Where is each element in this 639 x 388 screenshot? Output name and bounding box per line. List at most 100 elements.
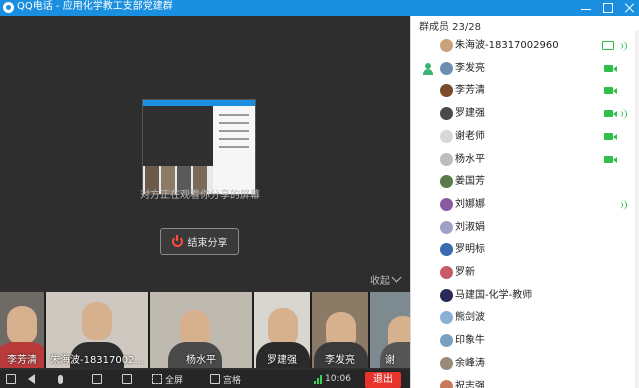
video-name: 杨水平 (186, 355, 216, 366)
screen-share-preview (142, 99, 256, 195)
member-item[interactable]: 姜国芳 (411, 171, 639, 193)
layout-label: 宫格 (223, 375, 242, 386)
fullscreen-label: 全屏 (165, 375, 184, 386)
sharing-status-text: 对方正在观看你分享的屏幕 (140, 190, 260, 201)
video-tile[interactable]: 李芳清 (0, 292, 44, 368)
layout-button[interactable]: 宫格 (210, 373, 242, 386)
signal-icon (314, 374, 322, 384)
video-name: 李发亮 (325, 355, 355, 366)
member-count-header: 群成员 23/28 (419, 22, 481, 33)
member-item[interactable]: 罗新 (411, 262, 639, 284)
avatar (440, 334, 453, 348)
end-share-button[interactable]: 结束分享 (160, 228, 239, 255)
share-screen-icon (92, 374, 102, 384)
speaking-icon (618, 199, 627, 210)
maximize-icon[interactable] (603, 3, 613, 13)
camera-icon (604, 132, 617, 140)
collapse-label: 收起 (370, 276, 390, 287)
avatar (440, 39, 453, 52)
member-panel: 群成员 23/28 朱海波-18317002960 李发亮李芳清罗建强谢老师杨水平… (410, 16, 639, 388)
video-tile[interactable]: 罗建强 (254, 292, 310, 368)
member-item[interactable]: 刘娜娜 (411, 194, 639, 216)
avatar (440, 266, 453, 279)
end-share-label: 结束分享 (187, 238, 228, 249)
call-time: 10:06 (325, 374, 351, 384)
video-tile[interactable]: 谢 (370, 292, 410, 368)
fullscreen-button[interactable]: 全屏 (152, 373, 184, 386)
member-name: 李芳清 (455, 85, 485, 97)
minimize-icon[interactable] (581, 3, 591, 13)
member-item[interactable]: 熊剑波 (411, 307, 639, 329)
member-name: 罗建强 (455, 108, 485, 120)
video-name: 李芳清 (7, 355, 37, 366)
chevron-down-icon (391, 272, 402, 283)
video-tile[interactable]: 杨水平 (150, 292, 252, 368)
video-name: 朱海波-18317002... (49, 355, 145, 366)
member-name: 谢老师 (455, 130, 485, 142)
camera-button[interactable] (6, 373, 16, 385)
power-icon (171, 235, 183, 247)
window-controls (581, 0, 635, 16)
fullscreen-icon (152, 374, 162, 384)
avatar (440, 107, 453, 121)
member-item[interactable]: 印象牛 (411, 330, 639, 352)
member-name: 朱海波-18317002960 (455, 40, 559, 51)
video-tile[interactable]: 朱海波-18317002... (46, 292, 148, 368)
mic-button[interactable] (58, 373, 63, 385)
hangup-button[interactable]: 退出 (365, 372, 401, 388)
share-icon (122, 374, 132, 384)
speaking-icon (618, 109, 627, 120)
share-file-button[interactable] (122, 373, 132, 385)
avatar (440, 61, 453, 75)
member-name: 李发亮 (455, 62, 485, 74)
member-item[interactable]: 李发亮 (411, 58, 639, 80)
avatar (440, 152, 453, 166)
speaking-icon (618, 41, 627, 51)
camera-icon (604, 64, 617, 72)
avatar (440, 356, 453, 370)
member-name: 刘娜娜 (455, 198, 485, 210)
member-item[interactable]: 余峰涛 (411, 353, 639, 375)
member-item[interactable]: 罗建强 (411, 103, 639, 125)
camera-icon (604, 110, 617, 118)
camera-icon (6, 374, 16, 384)
member-name: 熊剑波 (455, 312, 485, 324)
member-item[interactable]: 刘淑娟 (411, 217, 639, 239)
host-user-icon (422, 62, 434, 75)
video-tile[interactable]: 李发亮 (312, 292, 368, 368)
window-title: QQ电话 - 应用化学教工支部党建群 (17, 1, 173, 12)
collapse-button[interactable]: 收起 (370, 272, 402, 287)
call-control-bar: 全屏 宫格 10:06 退出 (0, 370, 410, 388)
avatar (440, 288, 453, 302)
member-name: 马建国-化学-教师 (455, 289, 533, 301)
member-name: 祝志强 (455, 380, 485, 388)
video-name: 谢 (385, 355, 395, 366)
member-name: 杨水平 (455, 153, 485, 165)
speaker-button[interactable] (28, 373, 35, 385)
member-item[interactable]: 马建国-化学-教师 (411, 285, 639, 307)
avatar (440, 197, 453, 211)
member-name: 罗明标 (455, 244, 485, 256)
member-item[interactable]: 朱海波-18317002960 (411, 35, 639, 57)
camera-icon (604, 155, 617, 163)
member-list-scrollbar[interactable] (635, 30, 639, 388)
member-item[interactable]: 谢老师 (411, 126, 639, 148)
member-name: 姜国芳 (455, 176, 485, 188)
microphone-icon (58, 374, 63, 384)
video-strip: 李芳清 朱海波-18317002... 杨水平 罗建强 李发亮 谢 (0, 292, 410, 368)
avatar (440, 84, 453, 98)
member-item[interactable]: 祝志强 (411, 376, 639, 388)
network-status: 10:06 (314, 373, 351, 385)
avatar (440, 175, 453, 189)
avatar (440, 129, 453, 143)
screen-share-icon (602, 41, 614, 50)
member-item[interactable]: 罗明标 (411, 239, 639, 261)
member-item[interactable]: 杨水平 (411, 149, 639, 171)
close-icon[interactable] (625, 3, 635, 13)
qq-logo-icon (3, 2, 14, 13)
share-screen-button[interactable] (92, 373, 102, 385)
avatar (440, 379, 453, 388)
avatar (440, 243, 453, 257)
member-item[interactable]: 李芳清 (411, 80, 639, 102)
member-name: 刘淑娟 (455, 221, 485, 233)
